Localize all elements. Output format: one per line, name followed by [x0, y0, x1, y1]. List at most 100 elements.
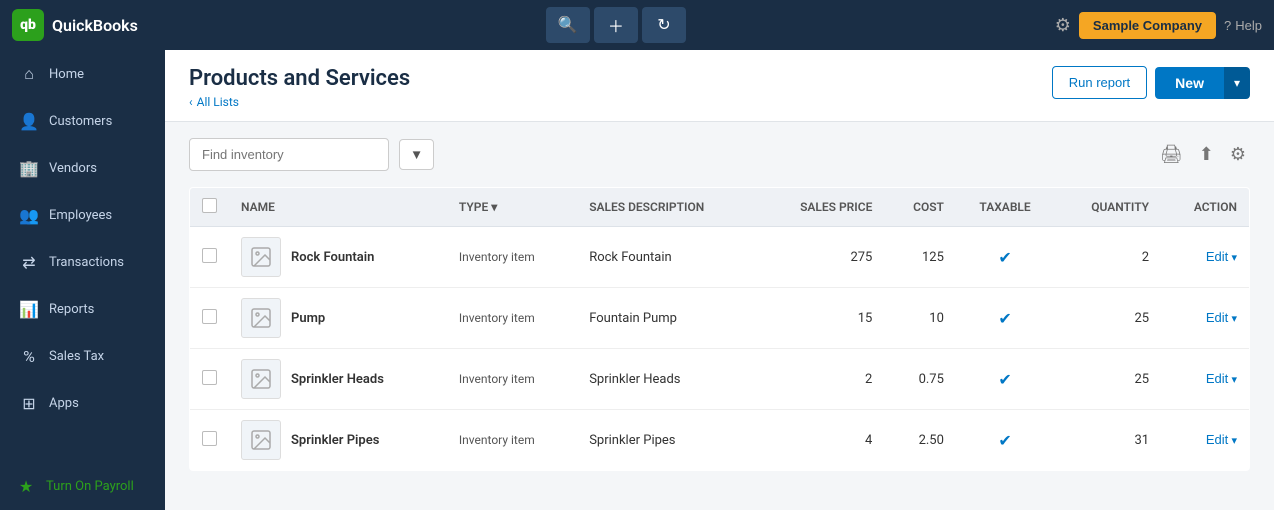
home-icon: ⌂	[19, 64, 39, 84]
toolbar-right: 🖨 ⬆ ⚙	[1156, 140, 1250, 169]
row-quantity: 25	[1054, 288, 1161, 349]
company-button[interactable]: Sample Company	[1079, 12, 1216, 39]
row-checkbox[interactable]	[202, 370, 217, 385]
row-taxable: ✔	[956, 227, 1054, 288]
table-body: Rock Fountain Inventory item Rock Founta…	[190, 227, 1250, 471]
page-header: Products and Services ‹ All Lists Run re…	[165, 50, 1274, 122]
gear-button[interactable]: ⚙	[1055, 15, 1071, 36]
row-checkbox[interactable]	[202, 431, 217, 446]
add-button[interactable]: ＋	[594, 7, 638, 43]
filter-icon: ▼	[410, 147, 423, 162]
vendors-icon: 🏢	[19, 159, 39, 178]
select-all-checkbox[interactable]	[202, 198, 217, 213]
toolbar-left: ▼	[189, 138, 434, 171]
main-layout: ⌂ Home 👤 Customers 🏢 Vendors 👥 Employees…	[0, 50, 1274, 510]
item-name: Sprinkler Pipes	[291, 433, 379, 448]
reports-icon: 📊	[19, 300, 39, 319]
sidebar-item-home[interactable]: ⌂ Home	[0, 50, 165, 98]
sidebar-item-label: Turn On Payroll	[46, 479, 134, 494]
table-row: Sprinkler Heads Inventory item Sprinkler…	[190, 349, 1250, 410]
print-button[interactable]: 🖨	[1156, 140, 1187, 169]
sidebar-item-label: Transactions	[49, 255, 124, 270]
row-taxable: ✔	[956, 410, 1054, 471]
sidebar-item-employees[interactable]: 👥 Employees	[0, 192, 165, 239]
content-area: Products and Services ‹ All Lists Run re…	[165, 50, 1274, 510]
row-checkbox-cell	[190, 288, 230, 349]
topbar: qb QuickBooks 🔍 ＋ ↻ ⚙ Sample Company ? H…	[0, 0, 1274, 50]
row-quantity: 2	[1054, 227, 1161, 288]
run-report-button[interactable]: Run report	[1052, 66, 1147, 99]
action-caret-button[interactable]: ▾	[1231, 251, 1237, 264]
transactions-icon: ⇄	[19, 253, 39, 272]
row-action: Edit ▾	[1161, 288, 1249, 349]
sidebar-item-label: Employees	[49, 208, 112, 223]
item-image	[241, 298, 281, 338]
taxable-checkmark: ✔	[998, 248, 1011, 267]
sidebar-item-vendors[interactable]: 🏢 Vendors	[0, 145, 165, 192]
row-name: Sprinkler Heads	[229, 349, 447, 410]
customers-icon: 👤	[19, 112, 39, 131]
row-checkbox-cell	[190, 410, 230, 471]
export-button[interactable]: ⬆	[1195, 140, 1218, 169]
sidebar-item-label: Sales Tax	[49, 349, 104, 364]
header-quantity: QUANTITY	[1054, 188, 1161, 227]
sidebar-item-transactions[interactable]: ⇄ Transactions	[0, 239, 165, 286]
row-quantity: 31	[1054, 410, 1161, 471]
header-sales-price: SALES PRICE	[759, 188, 885, 227]
sidebar-item-sales-tax[interactable]: % Sales Tax	[0, 333, 165, 380]
header-type[interactable]: TYPE ▾	[447, 188, 577, 227]
edit-button[interactable]: Edit	[1206, 310, 1228, 325]
search-input[interactable]	[189, 138, 389, 171]
sidebar-item-reports[interactable]: 📊 Reports	[0, 286, 165, 333]
table-row: Pump Inventory item Fountain Pump 15 10 …	[190, 288, 1250, 349]
row-type: Inventory item	[447, 288, 577, 349]
topbar-right: ⚙ Sample Company ? Help	[1055, 12, 1262, 39]
sidebar-item-label: Home	[49, 67, 84, 82]
sidebar-item-label: Customers	[49, 114, 112, 129]
search-button[interactable]: 🔍	[546, 7, 590, 43]
table-header-row: NAME TYPE ▾ SALES DESCRIPTION SALES PRIC…	[190, 188, 1250, 227]
row-sales-price: 2	[759, 349, 885, 410]
item-image	[241, 237, 281, 277]
breadcrumb[interactable]: ‹ All Lists	[189, 95, 410, 109]
header-taxable: TAXABLE	[956, 188, 1054, 227]
filter-button[interactable]: ▼	[399, 139, 434, 170]
refresh-button[interactable]: ↻	[642, 7, 686, 43]
new-button-caret[interactable]: ▾	[1224, 67, 1250, 99]
logo-text: QuickBooks	[52, 16, 138, 35]
row-taxable: ✔	[956, 288, 1054, 349]
sidebar-item-apps[interactable]: ⊞ Apps	[0, 380, 165, 427]
new-button-group: New ▾	[1155, 67, 1250, 99]
help-button[interactable]: ? Help	[1224, 18, 1262, 33]
new-button[interactable]: New	[1155, 67, 1224, 99]
edit-button[interactable]: Edit	[1206, 249, 1228, 264]
item-name: Pump	[291, 311, 325, 326]
table-row: Rock Fountain Inventory item Rock Founta…	[190, 227, 1250, 288]
row-cost: 10	[884, 288, 956, 349]
row-sales-description: Sprinkler Pipes	[577, 410, 758, 471]
edit-button[interactable]: Edit	[1206, 371, 1228, 386]
row-checkbox[interactable]	[202, 309, 217, 324]
table-settings-button[interactable]: ⚙	[1226, 140, 1250, 169]
row-taxable: ✔	[956, 349, 1054, 410]
row-checkbox-cell	[190, 349, 230, 410]
action-caret-button[interactable]: ▾	[1231, 434, 1237, 447]
sidebar-item-turn-on-payroll[interactable]: ★ Turn On Payroll	[0, 463, 165, 510]
page-title: Products and Services	[189, 66, 410, 91]
row-action: Edit ▾	[1161, 227, 1249, 288]
row-sales-price: 275	[759, 227, 885, 288]
table-row: Sprinkler Pipes Inventory item Sprinkler…	[190, 410, 1250, 471]
action-caret-button[interactable]: ▾	[1231, 312, 1237, 325]
sidebar-item-customers[interactable]: 👤 Customers	[0, 98, 165, 145]
page-header-left: Products and Services ‹ All Lists	[189, 66, 410, 109]
header-action: ACTION	[1161, 188, 1249, 227]
edit-button[interactable]: Edit	[1206, 432, 1228, 447]
row-type: Inventory item	[447, 410, 577, 471]
header-name: NAME	[229, 188, 447, 227]
action-caret-button[interactable]: ▾	[1231, 373, 1237, 386]
employees-icon: 👥	[19, 206, 39, 225]
row-sales-description: Rock Fountain	[577, 227, 758, 288]
row-sales-description: Fountain Pump	[577, 288, 758, 349]
row-checkbox[interactable]	[202, 248, 217, 263]
sidebar: ⌂ Home 👤 Customers 🏢 Vendors 👥 Employees…	[0, 50, 165, 510]
